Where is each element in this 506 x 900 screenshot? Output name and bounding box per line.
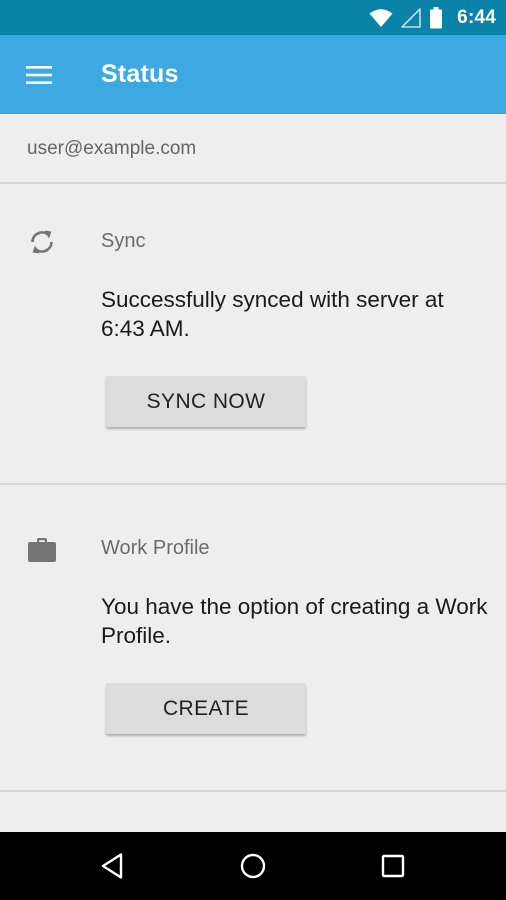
- navigation-bar: [0, 832, 506, 900]
- app-bar: Status: [0, 35, 506, 114]
- work-profile-message: You have the option of creating a Work P…: [101, 594, 488, 648]
- back-icon[interactable]: [93, 846, 133, 886]
- briefcase-icon: [27, 535, 57, 565]
- sync-heading: Sync: [101, 230, 146, 252]
- status-icons: 6:44: [369, 0, 496, 35]
- create-work-profile-button[interactable]: CREATE: [106, 683, 306, 734]
- hamburger-menu-icon[interactable]: [14, 55, 64, 95]
- account-row: user@example.com: [0, 114, 506, 184]
- sync-card: Sync Successfully synced with server at …: [0, 184, 506, 485]
- work-profile-heading: Work Profile: [101, 537, 210, 559]
- work-profile-card: Work Profile You have the option of crea…: [0, 485, 506, 792]
- battery-icon: [429, 6, 443, 29]
- page-title: Status: [101, 60, 179, 88]
- account-email: user@example.com: [27, 138, 197, 159]
- status-bar: 6:44: [0, 0, 506, 35]
- status-clock: 6:44: [457, 6, 496, 28]
- sync-message: Successfully synced with server at 6:43 …: [101, 287, 444, 341]
- cell-signal-icon: [401, 7, 421, 28]
- recents-icon[interactable]: [373, 846, 413, 886]
- sync-now-button[interactable]: SYNC NOW: [106, 376, 306, 427]
- wifi-icon: [369, 8, 393, 28]
- sync-icon: [27, 227, 57, 257]
- home-icon[interactable]: [233, 846, 273, 886]
